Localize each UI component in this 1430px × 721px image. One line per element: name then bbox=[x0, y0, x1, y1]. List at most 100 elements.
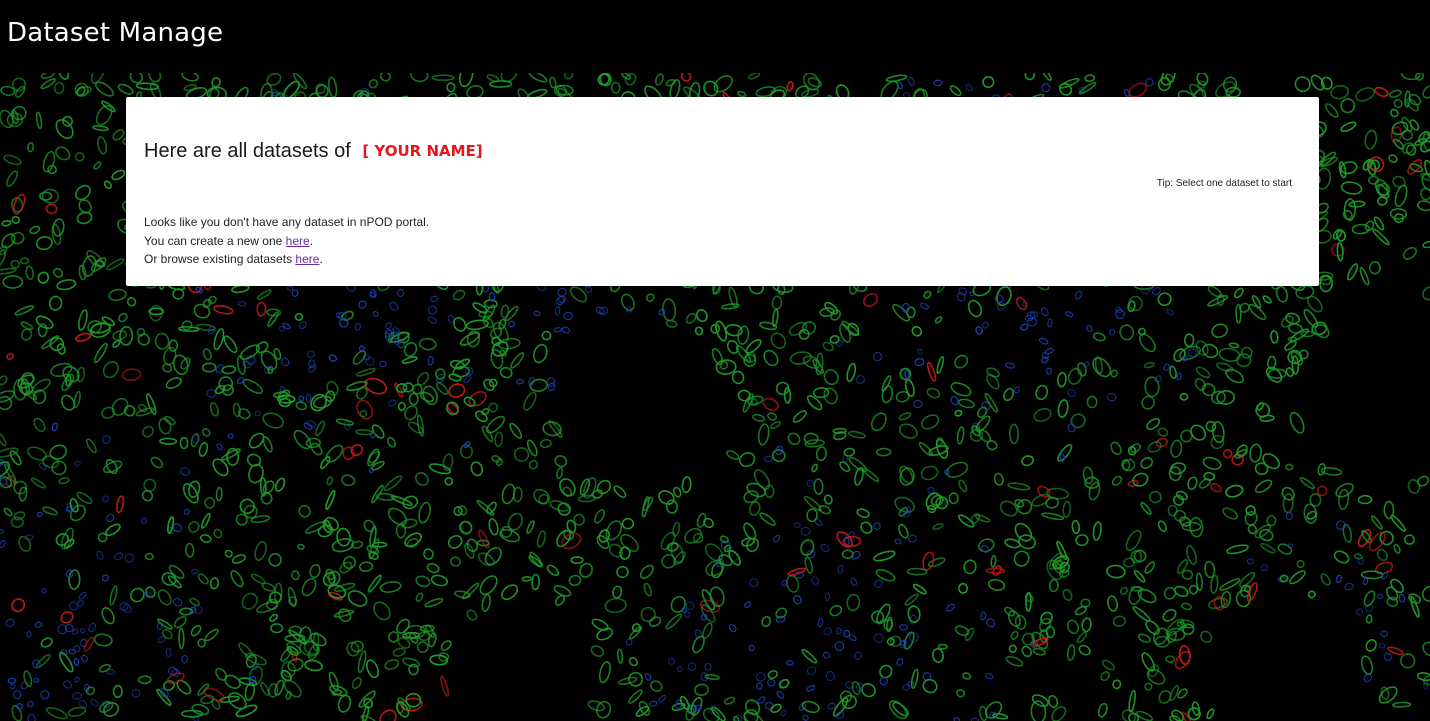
background-texture-mark bbox=[825, 671, 835, 682]
background-texture-mark bbox=[181, 654, 189, 664]
background-texture-mark bbox=[56, 279, 77, 291]
background-texture-mark bbox=[281, 357, 290, 367]
background-texture-mark bbox=[357, 650, 367, 674]
background-texture-mark bbox=[27, 446, 47, 461]
background-texture-mark bbox=[93, 633, 113, 647]
create-dataset-link[interactable]: here bbox=[286, 234, 310, 248]
background-texture-mark bbox=[209, 402, 219, 417]
background-texture-mark bbox=[167, 516, 175, 534]
background-texture-mark bbox=[53, 268, 64, 278]
background-texture-mark bbox=[337, 694, 352, 713]
background-texture-mark bbox=[837, 564, 844, 574]
background-texture-mark bbox=[136, 327, 146, 337]
background-texture-mark bbox=[193, 605, 203, 614]
background-texture-mark bbox=[444, 476, 454, 486]
background-texture-mark bbox=[919, 302, 929, 310]
background-texture-mark bbox=[11, 598, 26, 613]
background-texture-mark bbox=[528, 459, 539, 470]
background-texture-mark bbox=[1194, 378, 1206, 391]
background-texture-mark bbox=[35, 111, 43, 130]
background-texture-mark bbox=[1370, 515, 1383, 530]
background-texture-mark bbox=[756, 682, 763, 690]
background-texture-mark bbox=[109, 585, 118, 606]
background-texture-mark bbox=[982, 321, 989, 329]
background-texture-mark bbox=[427, 316, 438, 324]
background-texture-mark bbox=[1013, 386, 1021, 394]
background-texture-mark bbox=[1018, 534, 1037, 550]
background-texture-mark bbox=[953, 716, 960, 721]
background-texture-mark bbox=[73, 657, 80, 667]
background-texture-mark bbox=[430, 574, 449, 587]
background-texture-mark bbox=[328, 591, 343, 601]
background-texture-mark bbox=[875, 447, 892, 457]
background-texture-mark bbox=[1340, 121, 1357, 133]
background-texture-mark bbox=[310, 442, 323, 456]
background-texture-mark bbox=[948, 492, 959, 505]
background-texture-mark bbox=[1340, 98, 1356, 114]
background-texture-mark bbox=[1178, 645, 1191, 665]
background-texture-mark bbox=[990, 554, 997, 568]
background-texture-mark bbox=[183, 508, 190, 515]
background-texture-mark bbox=[173, 616, 187, 629]
background-texture-mark bbox=[860, 521, 873, 534]
background-texture-mark bbox=[556, 467, 564, 480]
background-texture-mark bbox=[5, 618, 15, 628]
background-texture-mark bbox=[829, 335, 840, 344]
background-texture-mark bbox=[261, 582, 276, 592]
background-texture-mark bbox=[1101, 659, 1116, 671]
background-texture-mark bbox=[464, 542, 475, 559]
background-texture-mark bbox=[1062, 500, 1072, 519]
background-texture-mark bbox=[354, 322, 361, 331]
background-texture-mark bbox=[291, 289, 299, 297]
background-texture-mark bbox=[1344, 582, 1354, 591]
background-texture-mark bbox=[958, 287, 968, 296]
background-texture-mark bbox=[1171, 709, 1185, 721]
background-texture-mark bbox=[628, 656, 639, 667]
background-texture-mark bbox=[274, 679, 285, 696]
background-texture-mark bbox=[1147, 441, 1162, 453]
background-texture-mark bbox=[1013, 550, 1030, 567]
background-texture-mark bbox=[1393, 98, 1403, 109]
background-texture-mark bbox=[910, 668, 919, 689]
background-texture-mark bbox=[510, 352, 525, 369]
background-texture-mark bbox=[803, 73, 820, 91]
background-texture-mark bbox=[1357, 494, 1373, 505]
background-texture-mark bbox=[1262, 295, 1272, 304]
background-texture-mark bbox=[1422, 240, 1430, 249]
background-texture-mark bbox=[702, 622, 713, 639]
background-texture-mark bbox=[282, 323, 291, 330]
empty-datasets-message: Looks like you don't have any dataset in… bbox=[144, 213, 429, 269]
background-texture-mark bbox=[1046, 367, 1052, 375]
background-texture-mark bbox=[752, 413, 766, 422]
background-texture-mark bbox=[427, 356, 434, 366]
background-texture-mark bbox=[561, 326, 571, 334]
background-texture-mark bbox=[446, 82, 456, 93]
background-texture-mark bbox=[202, 348, 212, 361]
background-texture-mark bbox=[804, 556, 814, 574]
background-texture-mark bbox=[1110, 441, 1122, 456]
background-texture-mark bbox=[920, 465, 939, 481]
background-texture-mark bbox=[1211, 420, 1225, 444]
browse-datasets-link[interactable]: here bbox=[295, 252, 319, 266]
background-texture-mark bbox=[415, 575, 431, 588]
background-texture-mark bbox=[1128, 585, 1142, 606]
background-texture-mark bbox=[839, 461, 851, 473]
background-texture-mark bbox=[1066, 644, 1076, 661]
background-texture-mark bbox=[1021, 645, 1033, 658]
background-texture-mark bbox=[1289, 411, 1305, 434]
background-texture-mark bbox=[420, 391, 435, 403]
background-texture-mark bbox=[144, 552, 154, 561]
background-texture-mark bbox=[1180, 429, 1193, 443]
background-texture-mark bbox=[801, 700, 820, 714]
background-texture-mark bbox=[679, 695, 690, 711]
background-texture-mark bbox=[11, 215, 20, 224]
background-texture-mark bbox=[93, 342, 108, 364]
background-texture-mark bbox=[476, 499, 495, 516]
background-texture-mark bbox=[1097, 702, 1108, 718]
background-texture-mark bbox=[1041, 512, 1065, 521]
background-texture-mark bbox=[1416, 200, 1430, 212]
background-texture-mark bbox=[531, 573, 541, 591]
background-texture-mark bbox=[1251, 294, 1262, 309]
background-texture-mark bbox=[68, 601, 79, 611]
background-texture-mark bbox=[117, 83, 134, 95]
